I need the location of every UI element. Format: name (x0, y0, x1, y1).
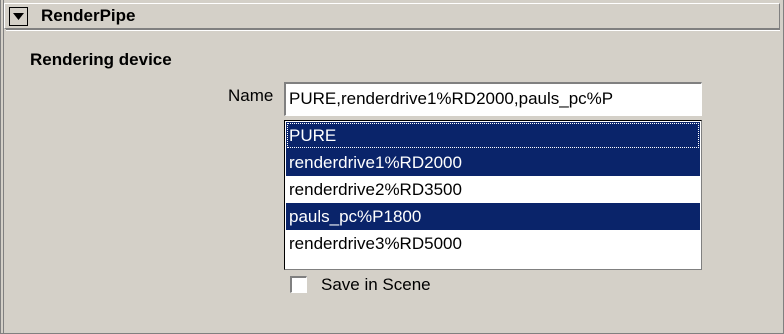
list-item-pauls-pc[interactable]: pauls_pc%P1800 (286, 203, 700, 230)
section-title: Rendering device (30, 50, 172, 69)
rollout-title: RenderPipe (41, 6, 136, 25)
list-item-renderdrive1[interactable]: renderdrive1%RD2000 (286, 149, 700, 176)
list-item-pure[interactable]: PURE (286, 122, 700, 149)
list-item-renderdrive3[interactable]: renderdrive3%RD5000 (286, 230, 700, 257)
name-label: Name (228, 86, 274, 105)
name-input[interactable]: PURE,renderdrive1%RD2000,pauls_pc%P (284, 82, 702, 116)
panel-frame-left (0, 0, 4, 334)
save-in-scene-label[interactable]: Save in Scene (321, 275, 431, 295)
list-item-renderdrive2[interactable]: renderdrive2%RD3500 (286, 176, 700, 203)
save-in-scene-checkbox[interactable] (290, 276, 307, 293)
rollout-header[interactable]: RenderPipe (4, 3, 780, 29)
header-divider (6, 29, 780, 31)
renderpipe-panel: RenderPipe Rendering device Name PURE,re… (0, 0, 784, 334)
triangle-down-icon[interactable] (9, 6, 28, 26)
device-listbox[interactable]: PURE renderdrive1%RD2000 renderdrive2%RD… (284, 120, 702, 270)
